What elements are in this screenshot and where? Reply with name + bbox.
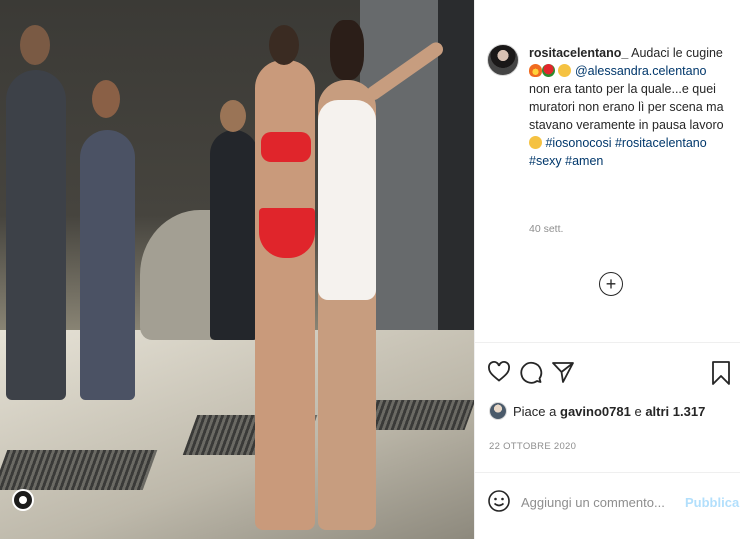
liker-avatar[interactable] [489,402,507,420]
tagged-user-icon[interactable] [12,489,34,511]
hashtag-link[interactable]: #amen [565,154,603,168]
comment-input[interactable]: Aggiungi un commento... [521,495,665,510]
photo-grate [0,450,158,490]
caption-text: rositacelentano_ Audaci le cugine @aless… [529,44,725,170]
comment-icon[interactable] [519,360,545,386]
comment-bar: Aggiungi un commento... Pubblica [475,479,740,529]
caption-timestamp: 40 sett. [529,223,564,235]
post-side-panel: rositacelentano_ Audaci le cugine @aless… [474,0,740,539]
likes-middle: e [634,403,642,419]
plus-circle-icon[interactable]: + [599,272,623,296]
bookmark-icon[interactable] [709,360,735,386]
liker-username[interactable]: gavino0781 [560,404,631,419]
smiley-icon[interactable] [487,489,511,513]
divider [475,472,740,473]
fire-emoji-icon [529,64,542,77]
photo-worker-figure [210,100,258,340]
post-actions [487,360,731,388]
post-caption: rositacelentano_ Audaci le cugine @aless… [487,44,737,170]
post-date[interactable]: 22 OTTOBRE 2020 [489,441,576,452]
photo-worker-figure [80,80,135,400]
likes-summary: Piace a gavino0781 e altri 1.317 [489,402,705,420]
photo-worker-figure [6,25,66,400]
publish-button[interactable]: Pubblica [685,495,739,510]
winking-emoji-icon [529,136,542,149]
divider [475,342,740,343]
hashtag-link[interactable]: #sexy [529,154,562,168]
caption-part2: non era tanto per la quale...e quei mura… [529,82,724,132]
photo-woman-red-bikini [255,25,315,530]
photo-woman-white-suit [318,20,446,530]
post-photo[interactable] [0,0,474,539]
laughing-emoji-icon [558,64,572,77]
send-icon[interactable] [551,360,577,386]
likes-prefix: Piace a [513,403,557,419]
avatar[interactable] [487,44,519,76]
hashtag-link[interactable]: #iosonocosi [545,136,611,150]
mention-link[interactable]: @alessandra.celentano [575,64,707,78]
caption-username[interactable]: rositacelentano_ [529,46,628,60]
rose-emoji-icon [542,64,555,77]
likes-count-link[interactable]: altri 1.317 [645,404,705,419]
caption-part1: Audaci le cugine [631,46,723,60]
heart-icon[interactable] [487,360,513,386]
hashtag-link[interactable]: #rositacelentano [615,136,707,150]
